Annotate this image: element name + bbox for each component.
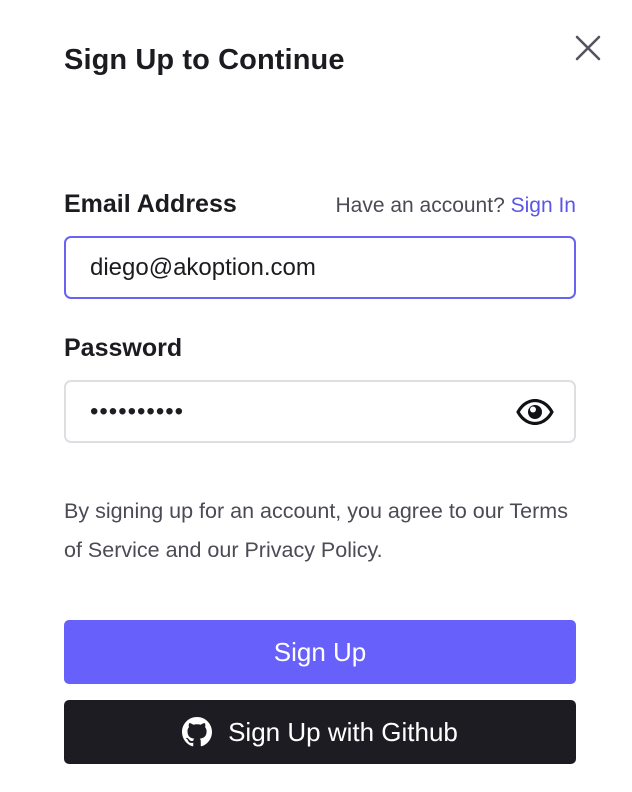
sign-up-github-button[interactable]: Sign Up with Github	[64, 700, 576, 764]
have-account-note: Have an account? Sign In	[335, 194, 576, 218]
email-field-container	[64, 236, 576, 299]
github-icon	[182, 717, 213, 747]
password-field[interactable]: ••••••••••	[66, 398, 510, 426]
email-field[interactable]	[66, 238, 574, 297]
password-label-row: Password	[64, 334, 576, 363]
email-label: Email Address	[64, 190, 237, 218]
email-label-row: Email Address Have an account? Sign In	[64, 190, 576, 219]
toggle-password-visibility-button[interactable]	[510, 387, 560, 437]
modal-title: Sign Up to Continue	[64, 44, 345, 76]
sign-in-link[interactable]: Sign In	[511, 194, 576, 217]
close-button[interactable]	[568, 28, 608, 68]
have-account-text: Have an account?	[335, 194, 505, 217]
close-icon	[575, 35, 601, 61]
password-field-container: ••••••••••	[64, 380, 576, 443]
sign-up-github-label: Sign Up with Github	[228, 716, 458, 747]
signup-modal: Sign Up to Continue Email Address Have a…	[0, 0, 632, 792]
sign-up-button-label: Sign Up	[273, 636, 367, 667]
terms-notice: By signing up for an account, you agree …	[64, 499, 568, 562]
sign-up-button[interactable]: Sign Up	[64, 620, 576, 684]
password-label: Password	[64, 334, 183, 362]
eye-icon	[516, 398, 554, 425]
